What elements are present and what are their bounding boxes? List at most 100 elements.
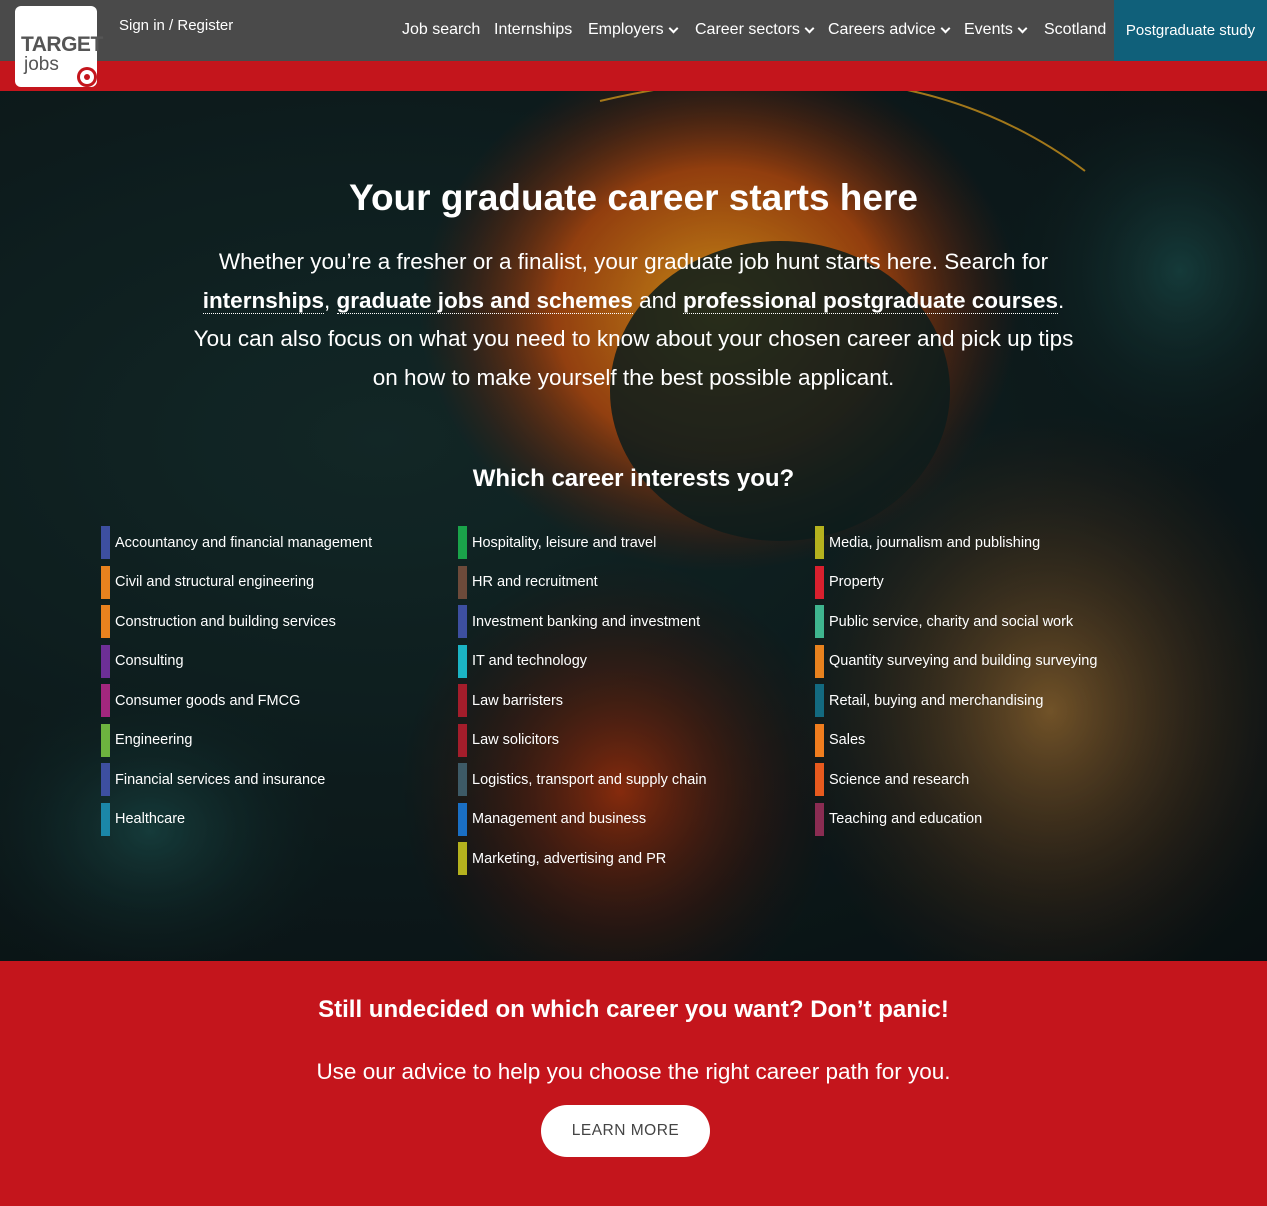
career-color-marker xyxy=(815,644,824,678)
nav-internships[interactable]: Internships xyxy=(494,21,572,39)
career-link[interactable]: Marketing, advertising and PR xyxy=(458,842,707,875)
chevron-down-icon xyxy=(940,23,951,33)
internships-link[interactable]: internships xyxy=(202,287,324,314)
career-link[interactable]: Law barristers xyxy=(458,684,707,717)
career-color-marker xyxy=(458,723,467,757)
career-label: Logistics, transport and supply chain xyxy=(472,771,707,788)
postgraduate-courses-link[interactable]: professional postgraduate courses xyxy=(682,287,1059,314)
nav-scotland-label: Scotland xyxy=(1044,21,1107,38)
hero-intro-text: Whether you’re a fresher or a finalist, … xyxy=(183,243,1084,397)
career-color-marker xyxy=(458,605,467,638)
career-color-marker xyxy=(458,644,467,678)
career-color-marker xyxy=(458,802,467,836)
career-advice-cta: Still undecided on which career you want… xyxy=(0,961,1267,1206)
career-link[interactable]: Financial services and insurance xyxy=(101,763,372,796)
career-color-marker xyxy=(101,763,110,796)
career-link[interactable]: Management and business xyxy=(458,802,707,836)
career-color-marker xyxy=(101,644,110,678)
career-color-marker xyxy=(458,842,467,875)
career-link[interactable]: Retail, buying and merchandising xyxy=(815,684,1097,717)
career-link[interactable]: Hospitality, leisure and travel xyxy=(458,526,707,559)
career-link[interactable]: Construction and building services xyxy=(101,605,372,638)
career-label: Marketing, advertising and PR xyxy=(472,850,667,867)
intro-comma: , xyxy=(323,287,331,313)
career-color-marker xyxy=(815,605,824,638)
career-label: Sales xyxy=(829,732,866,748)
career-color-marker xyxy=(101,605,110,638)
career-column-2: Hospitality, leisure and travel HR and re… xyxy=(458,526,707,882)
nav-job-search[interactable]: Job search xyxy=(402,21,480,39)
nav-scotland[interactable]: Scotland xyxy=(1044,21,1106,39)
nav-career-sectors[interactable]: Career sectors xyxy=(695,21,815,39)
career-label: Teaching and education xyxy=(829,811,983,827)
career-link[interactable]: Healthcare xyxy=(101,802,372,836)
career-color-marker xyxy=(458,526,467,559)
career-label: HR and recruitment xyxy=(472,574,598,590)
nav-job-search-label: Job search xyxy=(402,21,481,38)
learn-more-button[interactable]: LEARN MORE xyxy=(541,1105,710,1157)
career-color-marker xyxy=(458,565,467,599)
chevron-down-icon xyxy=(804,23,815,33)
career-link[interactable]: Media, journalism and publishing xyxy=(815,526,1097,559)
career-label: Management and business xyxy=(472,811,647,827)
career-color-marker xyxy=(815,684,824,717)
career-link[interactable]: Investment banking and investment xyxy=(458,605,707,638)
career-link[interactable]: Engineering xyxy=(101,723,372,757)
career-link[interactable]: Sales xyxy=(815,723,1097,757)
career-link[interactable]: Public service, charity and social work xyxy=(815,605,1097,638)
career-link[interactable]: Consulting xyxy=(101,644,372,678)
chevron-down-icon xyxy=(668,23,679,33)
career-link[interactable]: Law solicitors xyxy=(458,723,707,757)
career-label: Property xyxy=(829,574,884,590)
career-link[interactable]: IT and technology xyxy=(458,644,707,678)
career-color-marker xyxy=(815,802,824,836)
cta-heading: Still undecided on which career you want… xyxy=(318,996,949,1023)
signin-register-link[interactable]: Sign in / Register xyxy=(119,17,233,34)
cta-text: Use our advice to help you choose the ri… xyxy=(316,1059,951,1084)
chevron-down-icon xyxy=(1017,23,1028,33)
nav-careers-advice-label: Careers advice xyxy=(828,21,936,38)
career-column-1: Accountancy and financial management Civi… xyxy=(101,526,372,842)
career-label: Law barristers xyxy=(472,692,564,709)
career-color-marker xyxy=(815,723,824,757)
career-label: Construction and building services xyxy=(115,613,336,630)
career-link[interactable]: HR and recruitment xyxy=(458,565,707,599)
intro-and: and xyxy=(639,287,677,313)
graduate-jobs-link[interactable]: graduate jobs and schemes xyxy=(336,287,633,314)
career-label: Civil and structural engineering xyxy=(115,574,315,590)
career-link[interactable]: Quantity surveying and building surveyin… xyxy=(815,644,1098,678)
career-label: Science and research xyxy=(829,771,970,788)
career-color-marker xyxy=(101,565,110,599)
career-label: Financial services and insurance xyxy=(115,771,326,788)
career-color-marker xyxy=(815,565,824,599)
career-link[interactable]: Consumer goods and FMCG xyxy=(101,684,372,717)
career-color-marker xyxy=(458,763,467,796)
career-link[interactable]: Science and research xyxy=(815,763,1097,796)
career-link[interactable]: Property xyxy=(815,565,1097,599)
header-red-strip xyxy=(0,61,1267,91)
nav-postgraduate-study[interactable]: Postgraduate study xyxy=(1114,0,1267,61)
career-label: Quantity surveying and building surveyin… xyxy=(829,653,1098,669)
career-label: Investment banking and investment xyxy=(472,613,701,630)
career-label: Healthcare xyxy=(115,811,186,827)
career-label: Media, journalism and publishing xyxy=(829,534,1041,551)
career-color-marker xyxy=(458,684,467,717)
nav-employers[interactable]: Employers xyxy=(588,21,679,39)
career-label: Consumer goods and FMCG xyxy=(115,692,301,709)
logo-text-target: TARGET xyxy=(21,33,103,56)
careers-heading: Which career interests you? xyxy=(472,465,795,492)
career-color-marker xyxy=(815,763,824,796)
career-link[interactable]: Civil and structural engineering xyxy=(101,565,372,599)
career-link[interactable]: Accountancy and financial management xyxy=(101,526,372,559)
career-label: Accountancy and financial management xyxy=(115,534,373,551)
hero-title: Your graduate career starts here xyxy=(349,177,918,218)
career-color-marker xyxy=(101,526,110,559)
nav-career-sectors-label: Career sectors xyxy=(695,21,800,38)
nav-events-label: Events xyxy=(964,21,1013,38)
career-link[interactable]: Teaching and education xyxy=(815,802,1097,836)
targetjobs-logo[interactable]: TARGET jobs xyxy=(15,6,103,87)
nav-internships-label: Internships xyxy=(494,21,573,38)
career-link[interactable]: Logistics, transport and supply chain xyxy=(458,763,707,796)
nav-careers-advice[interactable]: Careers advice xyxy=(828,21,951,39)
nav-events[interactable]: Events xyxy=(964,21,1028,39)
